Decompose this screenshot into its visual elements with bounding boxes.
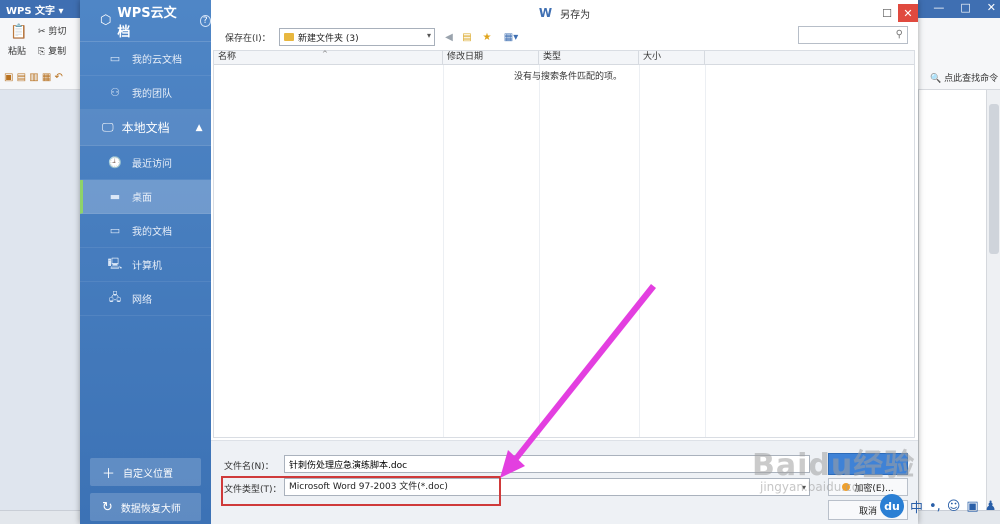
empty-list-message: 没有与搜索条件匹配的项。 (514, 72, 623, 82)
document-area-left (0, 90, 80, 524)
punctuation-icon[interactable]: •, (929, 499, 941, 514)
custom-location-button[interactable]: ＋ 自定义位置 (90, 458, 201, 486)
sidebar-header: ⬡ WPS云文档 ? (80, 0, 211, 42)
column-divider (539, 65, 540, 437)
search-icon: ⚲ (895, 29, 903, 40)
folder-icon (284, 33, 294, 41)
dialog-window-controls: ☐ ✕ (876, 4, 918, 22)
desktop-icon: ▬ (109, 190, 121, 203)
column-divider (443, 65, 444, 437)
save-in-label: 保存在(I)： (225, 34, 271, 44)
collapse-triangle-icon[interactable]: ▲ (196, 123, 203, 133)
sidebar-section-local-docs[interactable]: 🖵 本地文档 ▲ (80, 110, 211, 146)
sidebar-item-computer[interactable]: 🖳 计算机 (80, 248, 211, 282)
sidebar-item-network[interactable]: 🖧 网络 (80, 282, 211, 316)
sidebar-item-my-documents[interactable]: ▭ 我的文档 (80, 214, 211, 248)
search-input[interactable]: ⚲ (798, 26, 908, 44)
paste-button[interactable]: 粘贴 (8, 44, 26, 57)
du-badge-icon[interactable]: du (880, 494, 904, 518)
network-icon: 🖧 (108, 291, 122, 304)
cloud-doc-icon: ▭ (109, 52, 121, 65)
sort-arrow-icon: ^ (322, 50, 328, 58)
toolbox-icon[interactable]: ▣ (966, 499, 978, 514)
ime-language-icon[interactable]: 中 (910, 497, 923, 516)
computer-icon: 🖳 (107, 257, 123, 270)
column-type[interactable]: 类型 (539, 51, 639, 65)
scrollbar-thumb[interactable] (989, 104, 999, 254)
highlight-box (221, 476, 501, 506)
sidebar-item-recent[interactable]: 🕘 最近访问 (80, 146, 211, 180)
file-name-label: 文件名(N)： (224, 462, 274, 472)
baidu-watermark: Baidu经验 (752, 448, 916, 483)
dialog-titlebar: W 另存为 (211, 0, 918, 26)
maximize-icon[interactable]: ☐ (876, 4, 898, 22)
new-folder-icon[interactable]: ★ (481, 31, 493, 43)
emoji-icon[interactable]: ☺ (947, 499, 961, 514)
wps-window-controls: — □ ✕ (933, 1, 996, 14)
system-tray: du 中 •, ☺ ▣ ♟ ✿ (880, 494, 1000, 518)
file-list-header: 名称 ^ 修改日期 类型 大小 (214, 50, 914, 65)
wps-app-title[interactable]: WPS 文字 ▾ (6, 2, 64, 17)
data-recovery-button[interactable]: ↻ 数据恢复大师 (90, 493, 201, 521)
help-icon[interactable]: ? (199, 14, 211, 27)
column-divider (639, 65, 640, 437)
minimize-icon[interactable]: — (933, 1, 944, 14)
user-icon[interactable]: ♟ (985, 499, 997, 514)
up-folder-icon[interactable]: ▤ (461, 31, 473, 43)
find-command[interactable]: 🔍 点此查找命令 (930, 71, 998, 84)
view-menu-icon[interactable]: ▦▾ (501, 31, 521, 43)
column-size[interactable]: 大小 (639, 51, 705, 65)
wps-ribbon-left: 📋 粘贴 ✂ 剪切 ⎘ 复制 ▣ ▤ ▥ ▦ ↶ (0, 18, 80, 90)
plus-icon: ＋ (102, 466, 116, 482)
column-divider (705, 65, 706, 437)
column-modified-date[interactable]: 修改日期 (443, 51, 539, 65)
close-icon[interactable]: ✕ (898, 4, 918, 22)
dialog-title: 另存为 (560, 9, 591, 21)
chevron-down-icon: ▾ (426, 31, 431, 40)
document-scrollbar[interactable] (986, 90, 1000, 510)
recent-icon: 🕘 (108, 156, 122, 169)
monitor-icon: 🖵 (102, 120, 114, 134)
cut-button[interactable]: ✂ 剪切 (38, 24, 66, 37)
quick-access-icons[interactable]: ▣ ▤ ▥ ▦ ↶ (4, 72, 63, 83)
cloud-sidebar: ⬡ WPS云文档 ? ▭ 我的云文档 ⚇ 我的团队 🖵 本地文档 ▲ 🕘 最近访… (80, 0, 211, 524)
cube-icon: ⬡ (100, 13, 112, 28)
recovery-icon: ↻ (102, 499, 113, 515)
sidebar-item-my-cloud-docs[interactable]: ▭ 我的云文档 (80, 42, 211, 76)
copy-button[interactable]: ⎘ 复制 (38, 44, 66, 57)
folder-icon: ▭ (109, 224, 121, 237)
file-name-input[interactable] (284, 455, 810, 473)
file-list[interactable]: 名称 ^ 修改日期 类型 大小 没有与搜索条件匹配的项。 (213, 50, 915, 438)
maximize-icon[interactable]: □ (960, 1, 970, 14)
wps-logo-icon: W (538, 6, 553, 20)
back-icon[interactable]: ◀ (443, 31, 455, 43)
team-icon: ⚇ (110, 86, 120, 99)
sidebar-item-my-team[interactable]: ⚇ 我的团队 (80, 76, 211, 110)
paste-icon[interactable]: 📋 (10, 24, 27, 40)
save-in-dropdown[interactable]: 新建文件夹 (3) ▾ (279, 28, 435, 46)
column-name[interactable]: 名称 ^ (214, 50, 443, 65)
close-icon[interactable]: ✕ (987, 1, 996, 14)
sidebar-item-desktop[interactable]: ▬ 桌面 (80, 180, 211, 214)
baidu-watermark-url: jingyan.baidu.com (760, 480, 871, 494)
